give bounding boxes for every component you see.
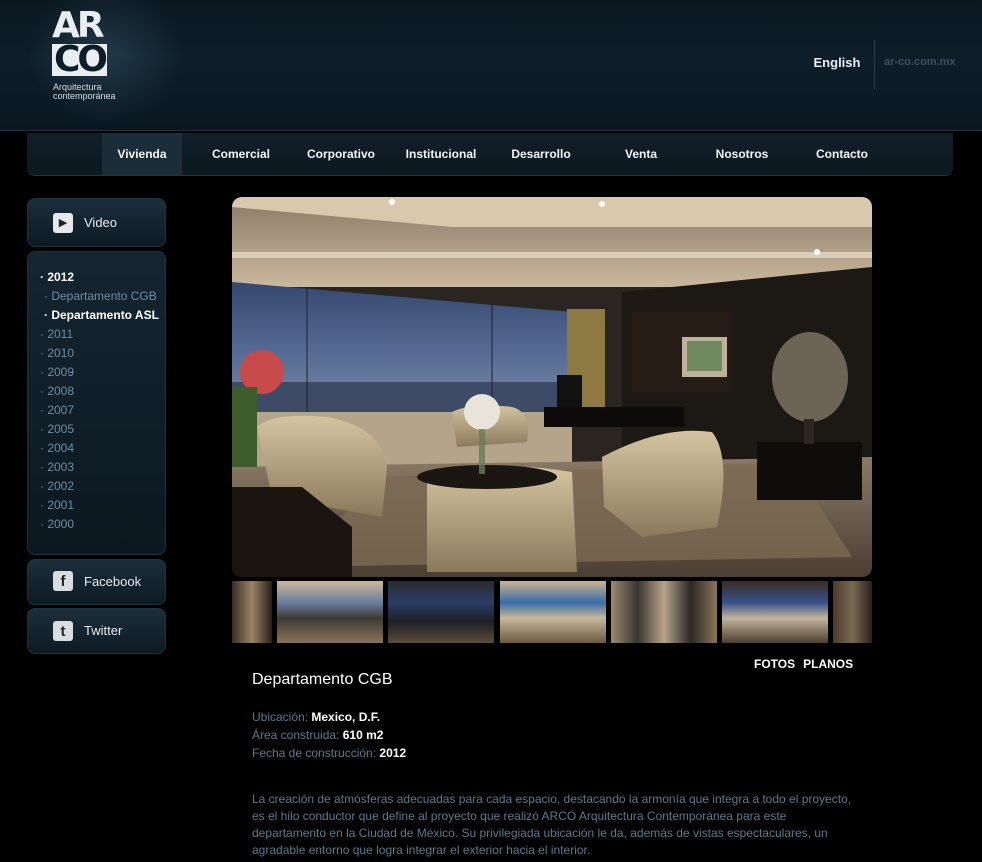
domain-text: ar-co.com.mx <box>884 56 956 68</box>
nav-item-vivienda[interactable]: Vivienda <box>102 133 182 175</box>
logo-top-letters: AR <box>52 5 105 46</box>
year-2003[interactable]: · 2003 <box>40 460 74 474</box>
location-value: Mexico, D.F. <box>311 710 381 724</box>
thumbnail-6[interactable] <box>833 581 872 643</box>
thumbnail-2[interactable] <box>388 581 494 643</box>
year-2010[interactable]: · 2010 <box>40 346 74 360</box>
project-departamento-asl[interactable]: · Departamento ASL <box>44 308 159 322</box>
nav-item-contacto[interactable]: Contacto <box>792 133 892 175</box>
year-2000[interactable]: · 2000 <box>40 517 74 531</box>
year-2001[interactable]: · 2001 <box>40 498 74 512</box>
year-2005[interactable]: · 2005 <box>40 422 74 436</box>
twitter-button[interactable]: t Twitter <box>27 608 166 654</box>
area-label: Área construida: <box>252 728 340 742</box>
facebook-icon: f <box>53 571 73 591</box>
nav-item-institucional[interactable]: Institucional <box>391 133 491 175</box>
year-2008[interactable]: · 2008 <box>40 384 74 398</box>
year-2007[interactable]: · 2007 <box>40 403 74 417</box>
project-area: Área construida: 610 m2 <box>252 728 383 742</box>
year-2002[interactable]: · 2002 <box>40 479 74 493</box>
twitter-label: Twitter <box>84 623 123 638</box>
thumbnail-1[interactable] <box>277 581 383 643</box>
tab-planos[interactable]: PLANOS <box>803 657 853 671</box>
clapperboard-icon: ▶ <box>53 213 73 233</box>
year-2009[interactable]: · 2009 <box>40 365 74 379</box>
area-value: 610 m2 <box>342 728 384 742</box>
thumbnail-0[interactable] <box>232 581 272 643</box>
tab-fotos[interactable]: FOTOS <box>754 657 795 671</box>
language-link[interactable]: English <box>800 40 875 90</box>
media-tabs: FOTOS PLANOS <box>754 657 861 671</box>
thumbnail-strip <box>232 581 872 643</box>
project-departamento-cgb[interactable]: · Departamento CGB <box>44 289 157 303</box>
year-2012[interactable]: · 2012 <box>40 270 74 284</box>
date-value: 2012 <box>379 746 407 760</box>
project-location: Ubicación: Mexico, D.F. <box>252 710 380 724</box>
nav-item-nosotros[interactable]: Nosotros <box>692 133 792 175</box>
twitter-icon: t <box>53 621 73 641</box>
main-nav: Vivienda Comercial Corporativo Instituci… <box>27 133 953 176</box>
year-list: · 2012 · Departamento CGB · Departamento… <box>27 251 166 555</box>
facebook-label: Facebook <box>84 574 142 589</box>
thumbnail-3[interactable] <box>500 581 606 643</box>
year-2011[interactable]: · 2011 <box>40 327 73 341</box>
logo-caption-line-2: contemporánea <box>53 91 116 101</box>
thumbnail-4[interactable] <box>611 581 717 643</box>
project-title: Departamento CGB <box>252 671 393 688</box>
logo-bottom-letters: CO <box>52 39 108 80</box>
project-date: Fecha de construcción: 2012 <box>252 746 406 760</box>
year-2004[interactable]: · 2004 <box>40 441 74 455</box>
site-header: AR CO Arquitectura contemporánea English… <box>0 0 982 131</box>
nav-item-desarrollo[interactable]: Desarrollo <box>491 133 591 175</box>
location-label: Ubicación: <box>252 710 309 724</box>
date-label: Fecha de construcción: <box>252 746 377 760</box>
video-button[interactable]: ▶ Video <box>27 198 166 247</box>
nav-item-corporativo[interactable]: Corporativo <box>291 133 391 175</box>
living-room-photo <box>232 197 872 577</box>
logo-caption: Arquitectura contemporánea <box>53 83 116 101</box>
project-main-photo[interactable] <box>232 197 872 577</box>
nav-item-venta[interactable]: Venta <box>591 133 691 175</box>
facebook-button[interactable]: f Facebook <box>27 559 166 605</box>
thumbnail-5[interactable] <box>722 581 828 643</box>
arco-logo[interactable]: AR CO Arquitectura contemporánea <box>52 5 124 102</box>
video-label: Video <box>84 215 118 230</box>
project-description: La creación de atmósferas adecuadas para… <box>252 792 852 857</box>
nav-item-comercial[interactable]: Comercial <box>191 133 291 175</box>
